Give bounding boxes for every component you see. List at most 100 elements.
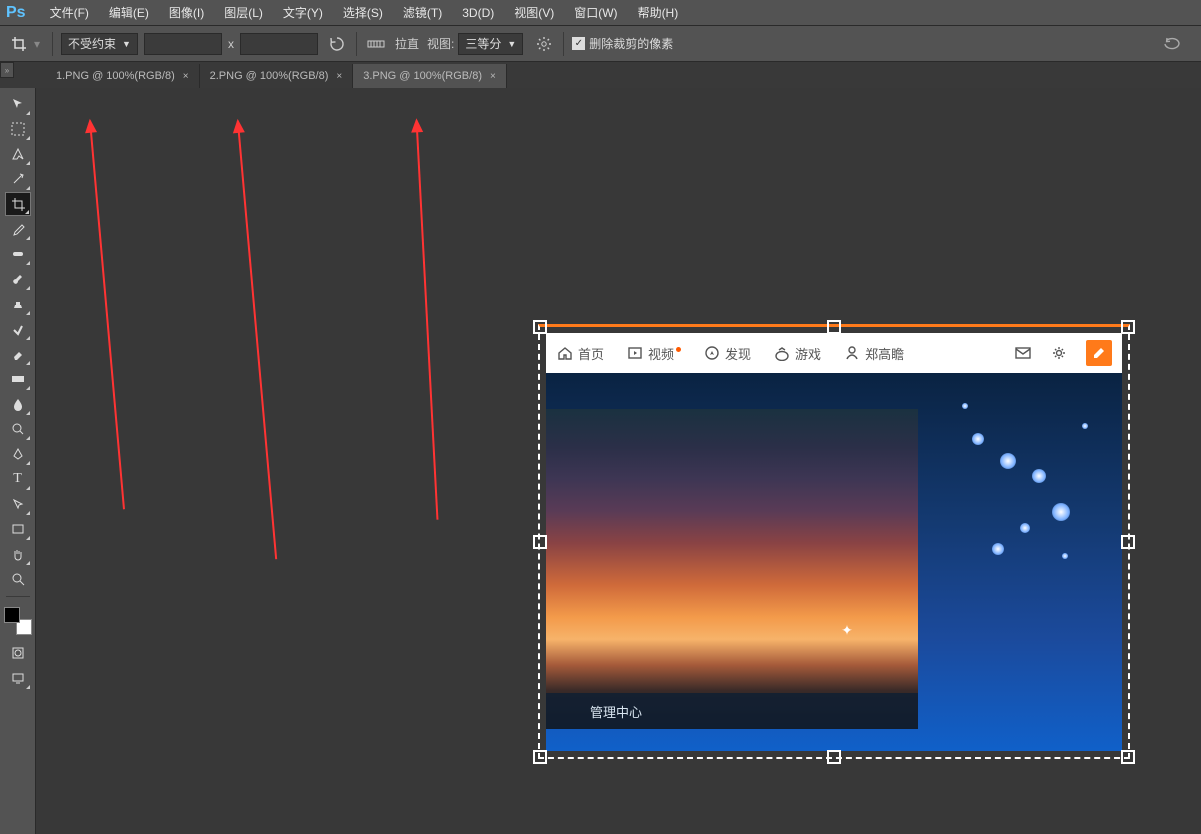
notification-dot [676, 347, 681, 352]
tab-2[interactable]: 2.PNG @ 100%(RGB/8) × [200, 64, 354, 88]
nav-label: 首页 [578, 344, 604, 363]
crop-tool-icon[interactable] [8, 33, 30, 55]
menu-help[interactable]: 帮助(H) [628, 4, 689, 21]
crop-handle[interactable] [1121, 535, 1135, 549]
nav-home[interactable]: 首页 [556, 344, 604, 363]
crop-selection[interactable]: 首页 视频 发现 游戏 郑高瞻 [538, 324, 1130, 759]
ps-logo: Ps [6, 4, 26, 22]
close-icon[interactable]: × [336, 71, 342, 82]
menu-window[interactable]: 窗口(W) [564, 4, 627, 21]
game-icon [773, 344, 791, 362]
crop-handle[interactable] [1121, 750, 1135, 764]
gradient-tool[interactable] [5, 367, 31, 391]
rectangle-tool[interactable] [5, 517, 31, 541]
menu-type[interactable]: 文字(Y) [273, 4, 333, 21]
brush-tool[interactable] [5, 267, 31, 291]
settings-icon[interactable] [1050, 344, 1068, 362]
crop-handle[interactable] [1121, 320, 1135, 334]
hand-tool[interactable] [5, 542, 31, 566]
annotation-arrow [89, 121, 125, 510]
move-tool[interactable] [5, 92, 31, 116]
x-separator: x [228, 37, 234, 51]
clone-stamp-tool[interactable] [5, 292, 31, 316]
tab-1[interactable]: 1.PNG @ 100%(RGB/8) × [46, 64, 200, 88]
eyedropper-tool[interactable] [5, 217, 31, 241]
straighten-label: 拉直 [395, 35, 419, 52]
straighten-icon[interactable] [365, 33, 387, 55]
tab-label: 1.PNG @ 100%(RGB/8) [56, 70, 175, 82]
eraser-tool[interactable] [5, 342, 31, 366]
swap-icon[interactable] [326, 33, 348, 55]
constraint-dropdown[interactable]: 不受约束 ▼ [61, 33, 138, 55]
crop-tool[interactable] [5, 192, 31, 216]
background-image: ✦ 管理中心 [546, 373, 1122, 751]
marquee-tool[interactable] [5, 117, 31, 141]
panel-collapse-handle[interactable]: » [0, 62, 14, 78]
pen-tool[interactable] [5, 442, 31, 466]
color-swatch[interactable] [4, 607, 32, 635]
history-brush-tool[interactable] [5, 317, 31, 341]
annotation-arrow [416, 120, 439, 520]
view-value: 三等分 [465, 35, 501, 52]
type-tool[interactable]: T [5, 467, 31, 491]
menu-filter[interactable]: 滤镜(T) [393, 4, 452, 21]
crop-handle[interactable] [533, 535, 547, 549]
path-selection-tool[interactable] [5, 492, 31, 516]
image-caption: 管理中心 [546, 693, 918, 729]
tab-label: 3.PNG @ 100%(RGB/8) [363, 70, 482, 82]
reset-icon[interactable] [1162, 33, 1184, 55]
caption-text: 管理中心 [590, 702, 642, 721]
web-nav-bar: 首页 视频 发现 游戏 郑高瞻 [546, 333, 1122, 373]
magic-wand-tool[interactable] [5, 167, 31, 191]
delete-checkbox[interactable]: ✓ [572, 37, 585, 50]
gear-icon[interactable] [533, 33, 555, 55]
view-dropdown[interactable]: 三等分 ▼ [458, 33, 523, 55]
nav-label: 视频 [648, 344, 674, 363]
compass-icon [703, 344, 721, 362]
canvas-area[interactable]: 首页 视频 发现 游戏 郑高瞻 [36, 88, 1201, 834]
dodge-tool[interactable] [5, 417, 31, 441]
menu-edit[interactable]: 编辑(E) [99, 4, 159, 21]
menu-bar: Ps 文件(F) 编辑(E) 图像(I) 图层(L) 文字(Y) 选择(S) 滤… [0, 0, 1201, 26]
crop-handle[interactable] [827, 750, 841, 764]
stars-graphic [952, 393, 1112, 593]
tool-panel: T [0, 88, 36, 834]
tab-3[interactable]: 3.PNG @ 100%(RGB/8) × [353, 64, 507, 88]
nav-label: 游戏 [795, 344, 821, 363]
crop-handle[interactable] [533, 320, 547, 334]
nav-user[interactable]: 郑高瞻 [843, 344, 904, 363]
view-label: 视图: [427, 35, 454, 52]
user-icon [843, 344, 861, 362]
mail-icon[interactable] [1014, 344, 1032, 362]
sunset-image: ✦ 管理中心 [546, 409, 918, 729]
blur-tool[interactable] [5, 392, 31, 416]
crop-handle[interactable] [533, 750, 547, 764]
screen-mode-tool[interactable] [5, 666, 31, 690]
menu-image[interactable]: 图像(I) [159, 4, 214, 21]
nav-video[interactable]: 视频 [626, 344, 681, 363]
height-input[interactable] [240, 33, 318, 55]
nav-game[interactable]: 游戏 [773, 344, 821, 363]
menu-file[interactable]: 文件(F) [40, 4, 99, 21]
nav-discover[interactable]: 发现 [703, 344, 751, 363]
annotation-arrow [237, 121, 277, 560]
close-icon[interactable]: × [490, 71, 496, 82]
healing-brush-tool[interactable] [5, 242, 31, 266]
zoom-tool[interactable] [5, 567, 31, 591]
nav-label: 发现 [725, 344, 751, 363]
lasso-tool[interactable] [5, 142, 31, 166]
width-input[interactable] [144, 33, 222, 55]
compose-button[interactable] [1086, 340, 1112, 366]
document-tabs: » 1.PNG @ 100%(RGB/8) × 2.PNG @ 100%(RGB… [0, 62, 1201, 88]
quick-mask-tool[interactable] [5, 641, 31, 665]
chevron-down-icon: ▼ [507, 39, 516, 49]
menu-layer[interactable]: 图层(L) [214, 4, 273, 21]
close-icon[interactable]: × [183, 71, 189, 82]
workspace: T 首页 视频 [0, 88, 1201, 834]
crop-center-icon: ✦ [840, 623, 854, 637]
menu-3d[interactable]: 3D(D) [452, 6, 504, 20]
crop-handle[interactable] [827, 320, 841, 334]
menu-view[interactable]: 视图(V) [504, 4, 564, 21]
home-icon [556, 344, 574, 362]
menu-select[interactable]: 选择(S) [333, 4, 393, 21]
